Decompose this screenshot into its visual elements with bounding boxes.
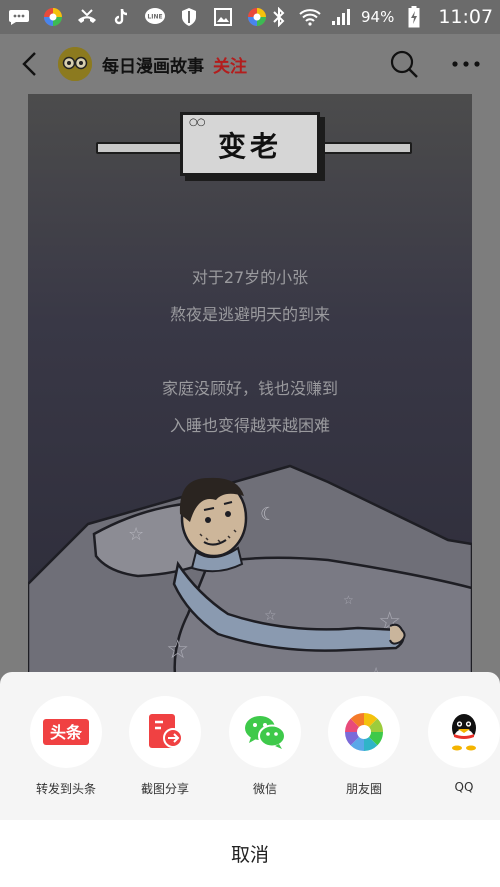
svg-text:头条: 头条 <box>50 723 83 742</box>
more-button[interactable] <box>446 44 486 84</box>
moments-icon <box>345 713 383 751</box>
share-to-toutiao[interactable]: 头条 转发到头条 <box>16 696 116 797</box>
cancel-button[interactable]: 取消 <box>0 820 500 887</box>
search-button[interactable] <box>384 44 424 84</box>
share-circle <box>328 696 400 768</box>
share-circle <box>428 696 500 768</box>
cancel-label: 取消 <box>230 844 269 866</box>
qq-icon <box>452 714 476 751</box>
battery-charging-icon <box>403 6 425 28</box>
share-circle <box>129 696 201 768</box>
tiktok-icon <box>110 6 132 28</box>
toutiao-icon: 头条 <box>43 719 89 745</box>
message-icon <box>8 6 30 28</box>
back-arrow-icon <box>22 52 36 76</box>
back-button[interactable] <box>14 44 44 84</box>
line-app-icon: LINE <box>144 6 166 28</box>
bluetooth-icon <box>268 6 290 28</box>
share-label: QQ <box>454 780 474 794</box>
sleepless-man-in-bed-illustration: ☆ ☾ ☆ ☆ ☆ ☆ ☆ <box>28 464 472 694</box>
status-bar: LINE 94% 11:07 <box>0 0 500 34</box>
share-label: 微信 <box>252 782 277 796</box>
share-circle <box>229 696 301 768</box>
clock: 11:07 <box>438 6 494 28</box>
svg-text:☆: ☆ <box>264 608 277 624</box>
shield-icon <box>178 6 200 28</box>
comic-title: 变老 <box>217 130 282 163</box>
comic-text-line-2: 熬夜是逃避明天的到来 <box>169 305 330 324</box>
svg-text:☆: ☆ <box>166 635 189 665</box>
avatar[interactable] <box>58 47 92 81</box>
image-icon <box>212 6 234 28</box>
app-header: 每日漫画故事 关注 <box>0 34 500 94</box>
svg-text:LINE: LINE <box>147 14 162 21</box>
follow-button[interactable]: 关注 <box>213 52 247 77</box>
svg-text:☆: ☆ <box>128 524 144 545</box>
share-label: 朋友圈 <box>345 782 382 796</box>
share-screenshot[interactable]: 截图分享 <box>115 696 215 797</box>
share-qq[interactable]: QQ <box>414 696 500 794</box>
avatar-face-icon <box>58 47 92 81</box>
system-status: 94% 11:07 <box>268 6 493 28</box>
share-label: 截图分享 <box>140 782 189 796</box>
comic-text-line-1: 对于27岁的小张 <box>191 268 309 287</box>
signal-icon <box>330 6 352 28</box>
wifi-icon <box>299 6 321 28</box>
search-icon <box>390 50 418 78</box>
colorful-app-icon <box>42 6 64 28</box>
share-targets-row: 头条 转发到头条 截图分享 微信 朋友圈 QQ <box>0 672 500 820</box>
share-sheet: 头条 转发到头条 截图分享 微信 朋友圈 QQ 取消 <box>0 672 500 887</box>
comic-text-line-3: 家庭没顾好，钱也没赚到 <box>161 379 338 398</box>
share-circle: 头条 <box>30 696 102 768</box>
comic-text-line-4: 入睡也变得越来越困难 <box>169 416 330 435</box>
share-label: 转发到头条 <box>35 782 96 796</box>
colorful-app-icon-2 <box>246 6 268 28</box>
svg-text:☆: ☆ <box>343 593 354 607</box>
comic-title-box: ○○ 变老 <box>180 112 320 176</box>
share-moments[interactable]: 朋友圈 <box>314 696 414 797</box>
comic-image[interactable]: ○○ 变老 对于27岁的小张 熬夜是逃避明天的到来 家庭没顾好，钱也没赚到 入睡… <box>28 94 472 694</box>
wechat-icon <box>245 716 286 749</box>
battery-percent: 94% <box>361 8 395 26</box>
more-dots-icon <box>452 61 480 67</box>
screenshot-share-icon <box>149 714 183 748</box>
notification-icons: LINE <box>8 6 268 28</box>
share-wechat[interactable]: 微信 <box>215 696 315 797</box>
missed-call-icon <box>76 6 98 28</box>
svg-text:☾: ☾ <box>260 504 276 525</box>
account-name[interactable]: 每日漫画故事 <box>102 52 204 77</box>
